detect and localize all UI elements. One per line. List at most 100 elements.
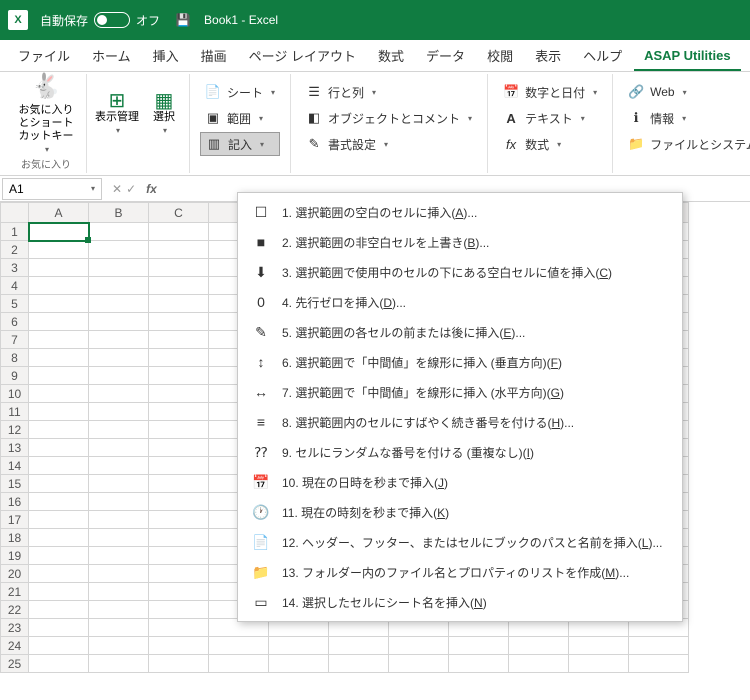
- row-header[interactable]: 22: [1, 601, 29, 619]
- menu-item-4[interactable]: 04. 先行ゼロを挿入(D)...: [238, 287, 682, 317]
- cell[interactable]: [89, 313, 149, 331]
- file-button[interactable]: 📁ファイルとシステム▾: [623, 132, 750, 156]
- cell[interactable]: [29, 295, 89, 313]
- cell[interactable]: [509, 655, 569, 673]
- cell[interactable]: [89, 277, 149, 295]
- col-header[interactable]: C: [149, 203, 209, 223]
- menu-item-7[interactable]: ↔7. 選択範囲で「中間値」を線形に挿入 (水平方向)(G): [238, 377, 682, 407]
- cell[interactable]: [89, 493, 149, 511]
- cell[interactable]: [89, 637, 149, 655]
- cell[interactable]: [449, 637, 509, 655]
- cell[interactable]: [629, 655, 689, 673]
- cell[interactable]: [329, 655, 389, 673]
- tab-view[interactable]: 表示: [525, 40, 571, 71]
- row-header[interactable]: 3: [1, 259, 29, 277]
- row-header[interactable]: 21: [1, 583, 29, 601]
- cell[interactable]: [269, 637, 329, 655]
- cell[interactable]: [209, 637, 269, 655]
- cell[interactable]: [29, 637, 89, 655]
- cell[interactable]: [89, 601, 149, 619]
- cell[interactable]: [149, 367, 209, 385]
- format-button[interactable]: ✎書式設定▾: [301, 132, 477, 156]
- cell[interactable]: [509, 637, 569, 655]
- toggle-icon[interactable]: [94, 12, 130, 28]
- cell[interactable]: [89, 367, 149, 385]
- cell[interactable]: [149, 439, 209, 457]
- cell[interactable]: [89, 349, 149, 367]
- row-header[interactable]: 25: [1, 655, 29, 673]
- cell[interactable]: [149, 493, 209, 511]
- cell[interactable]: [89, 475, 149, 493]
- cell[interactable]: [149, 475, 209, 493]
- web-button[interactable]: 🔗Web▾: [623, 80, 750, 104]
- cell[interactable]: [29, 223, 89, 241]
- fx-symbol-icon[interactable]: fx: [140, 182, 163, 196]
- cell[interactable]: [629, 637, 689, 655]
- cell[interactable]: [209, 655, 269, 673]
- cell[interactable]: [149, 331, 209, 349]
- autosave-toggle[interactable]: 自動保存 オフ: [40, 12, 160, 29]
- cell[interactable]: [149, 583, 209, 601]
- cell[interactable]: [149, 601, 209, 619]
- row-header[interactable]: 5: [1, 295, 29, 313]
- cell[interactable]: [149, 223, 209, 241]
- numdate-button[interactable]: 📅数字と日付▾: [498, 80, 602, 104]
- cell[interactable]: [569, 637, 629, 655]
- cell[interactable]: [329, 637, 389, 655]
- save-icon[interactable]: 💾: [174, 11, 192, 29]
- name-box[interactable]: A1▾: [2, 178, 102, 200]
- tab-formulas[interactable]: 数式: [368, 40, 414, 71]
- row-header[interactable]: 13: [1, 439, 29, 457]
- info-button[interactable]: ℹ情報▾: [623, 106, 750, 130]
- tab-asap-utilities[interactable]: ASAP Utilities: [634, 42, 740, 71]
- menu-item-13[interactable]: 📁13. フォルダー内のファイル名とプロパティのリストを作成(M)...: [238, 557, 682, 587]
- row-header[interactable]: 10: [1, 385, 29, 403]
- cell[interactable]: [29, 439, 89, 457]
- cell[interactable]: [89, 619, 149, 637]
- accept-icon[interactable]: ✓: [126, 182, 136, 196]
- row-header[interactable]: 19: [1, 547, 29, 565]
- cell[interactable]: [29, 583, 89, 601]
- menu-item-3[interactable]: ⬇3. 選択範囲で使用中のセルの下にある空白セルに値を挿入(C): [238, 257, 682, 287]
- cell[interactable]: [29, 259, 89, 277]
- fill-button[interactable]: ▥記入▾: [200, 132, 280, 156]
- cell[interactable]: [149, 403, 209, 421]
- menu-item-5[interactable]: ✎5. 選択範囲の各セルの前または後に挿入(E)...: [238, 317, 682, 347]
- cancel-icon[interactable]: ✕: [112, 182, 122, 196]
- row-header[interactable]: 4: [1, 277, 29, 295]
- objects-button[interactable]: ◧オブジェクトとコメント▾: [301, 106, 477, 130]
- row-header[interactable]: 8: [1, 349, 29, 367]
- cell[interactable]: [29, 601, 89, 619]
- cell[interactable]: [29, 385, 89, 403]
- cell[interactable]: [89, 457, 149, 475]
- cell[interactable]: [149, 313, 209, 331]
- cell[interactable]: [29, 457, 89, 475]
- favorites-button[interactable]: 🐇 お気に入りとショートカットキー▾: [14, 76, 78, 152]
- cell[interactable]: [29, 277, 89, 295]
- cell[interactable]: [29, 421, 89, 439]
- cell[interactable]: [149, 529, 209, 547]
- cell[interactable]: [149, 619, 209, 637]
- sheet-button[interactable]: 📄シート▾: [200, 80, 280, 104]
- col-header[interactable]: A: [29, 203, 89, 223]
- cell[interactable]: [89, 655, 149, 673]
- cell[interactable]: [389, 655, 449, 673]
- select-button[interactable]: ▦ 選択▾: [147, 76, 181, 152]
- cell[interactable]: [149, 241, 209, 259]
- row-header[interactable]: 15: [1, 475, 29, 493]
- cell[interactable]: [149, 547, 209, 565]
- row-header[interactable]: 23: [1, 619, 29, 637]
- tab-data[interactable]: データ: [416, 40, 475, 71]
- tab-home[interactable]: ホーム: [82, 40, 141, 71]
- cell[interactable]: [89, 583, 149, 601]
- tab-file[interactable]: ファイル: [8, 40, 80, 71]
- cell[interactable]: [149, 655, 209, 673]
- cell[interactable]: [89, 259, 149, 277]
- cell[interactable]: [149, 385, 209, 403]
- cell[interactable]: [89, 295, 149, 313]
- cell[interactable]: [89, 223, 149, 241]
- tab-help[interactable]: ヘルプ: [573, 40, 632, 71]
- text-button[interactable]: Aテキスト▾: [498, 106, 602, 130]
- cell[interactable]: [149, 565, 209, 583]
- cell[interactable]: [149, 511, 209, 529]
